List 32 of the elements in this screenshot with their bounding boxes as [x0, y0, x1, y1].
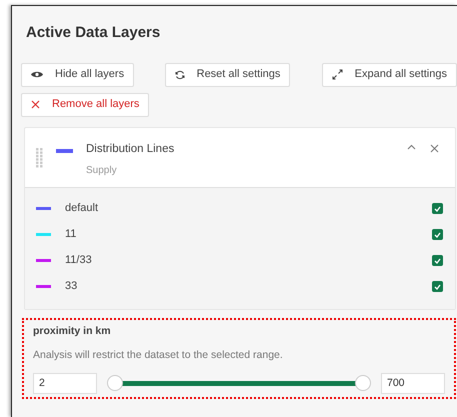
hide-button[interactable]: Hide all layers	[21, 62, 134, 86]
checkmark-icon	[434, 258, 441, 264]
checkmark-icon	[434, 284, 441, 290]
checkbox[interactable]	[432, 281, 443, 292]
reset-button[interactable]: Reset all settings	[164, 62, 290, 86]
close-icon[interactable]	[430, 144, 439, 152]
checkmark-icon	[434, 232, 441, 238]
proximity-description: Analysis will restrict the dataset to the selected range.	[33, 348, 283, 364]
expand-icon	[332, 69, 343, 80]
checkbox[interactable]	[432, 203, 443, 214]
eye-icon	[31, 70, 43, 79]
layer-subtitle: Supply	[86, 164, 118, 178]
legend-label: 11/33	[65, 253, 92, 268]
layer-name: Distribution Lines	[86, 142, 174, 156]
checkbox[interactable]	[432, 229, 443, 240]
refresh-icon	[174, 70, 185, 80]
expand-button[interactable]: Expand all settings	[322, 62, 457, 86]
close-icon	[31, 100, 40, 109]
checkbox[interactable]	[432, 255, 443, 266]
legend-label: 11	[65, 227, 76, 242]
remove-button[interactable]: Remove all layers	[21, 92, 150, 116]
chevron-up-icon[interactable]	[407, 144, 416, 150]
panel-title: Active Data Layers	[26, 23, 160, 43]
slider-thumb[interactable]	[355, 375, 371, 391]
drag-handle-icon[interactable]	[36, 148, 43, 168]
min-value-field[interactable]: 2	[33, 373, 97, 394]
checkmark-icon	[434, 206, 441, 212]
proximity-title: proximity in km	[33, 324, 111, 338]
legend-label: default	[65, 201, 98, 216]
slider-thumb[interactable]	[107, 375, 123, 391]
legend-label: 33	[65, 279, 78, 294]
max-value-field[interactable]: 700	[381, 373, 445, 394]
